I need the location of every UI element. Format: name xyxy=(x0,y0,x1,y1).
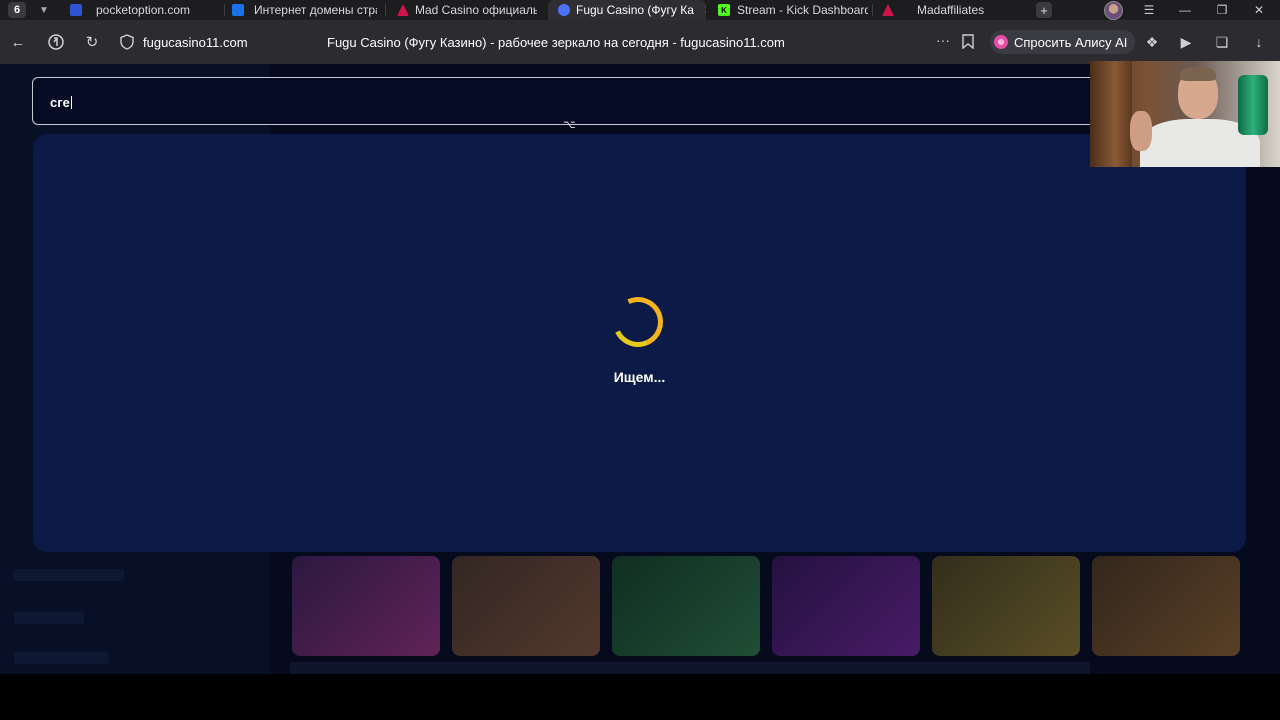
reload-icon[interactable]: ↻ xyxy=(82,32,102,52)
text-cursor-ibeam-icon: ⌥ xyxy=(563,119,576,131)
tab-madaffiliates[interactable]: Madaffiliates xyxy=(882,0,1022,20)
more-options-icon[interactable]: ··· xyxy=(936,32,950,48)
tab-separator xyxy=(385,4,386,16)
domains-favicon-icon xyxy=(232,4,244,16)
collections-icon[interactable]: ❏ xyxy=(1214,34,1230,50)
close-window-icon[interactable]: ✕ xyxy=(1250,1,1268,19)
background-game-thumbnail xyxy=(612,556,760,656)
bookmark-icon[interactable] xyxy=(962,34,976,50)
extensions-puzzle-icon[interactable]: ❖ xyxy=(1144,34,1160,50)
webcam-person-hand xyxy=(1130,111,1152,151)
background-game-thumbnail xyxy=(932,556,1080,656)
browser-tab-strip: 6 ▼ pocketoption.com Интернет домены стр… xyxy=(0,0,1280,20)
alice-icon xyxy=(994,35,1008,49)
tab-title: Stream - Kick Dashboard xyxy=(737,3,868,17)
profile-avatar[interactable] xyxy=(1104,1,1123,20)
address-domain[interactable]: fugucasino11.com xyxy=(143,35,248,50)
mad-casino-favicon-icon xyxy=(397,4,409,16)
tab-close-icon[interactable]: ✕ xyxy=(704,3,706,17)
madaffiliates-favicon-icon xyxy=(882,4,894,16)
tab-title: Fugu Casino (Фугу Ка xyxy=(576,3,694,17)
fugu-favicon-icon xyxy=(558,4,570,16)
media-play-icon[interactable]: ▶ xyxy=(1178,34,1194,50)
tab-list-chevron-icon[interactable]: ▼ xyxy=(36,2,52,18)
new-tab-button[interactable]: + xyxy=(1036,2,1052,18)
tab-count-badge[interactable]: 6 xyxy=(8,2,26,18)
search-results-panel: Ищем... xyxy=(33,134,1246,552)
tab-title: Madaffiliates xyxy=(917,3,985,17)
tab-kick-dashboard[interactable]: K Stream - Kick Dashboard xyxy=(718,0,868,20)
yandex-logo-icon[interactable] xyxy=(46,32,66,52)
back-arrow-icon[interactable]: ← xyxy=(8,32,28,52)
tab-fugu-casino[interactable]: Fugu Casino (Фугу Ка ✕ xyxy=(548,0,706,20)
pocketoption-favicon-icon xyxy=(70,4,82,16)
search-input-value[interactable]: сге xyxy=(50,95,72,110)
ask-alice-button[interactable]: Спросить Алису AI xyxy=(990,30,1136,54)
webcam-drink-can xyxy=(1238,75,1268,135)
text-caret xyxy=(70,96,72,109)
tab-mad-casino[interactable]: Mad Casino официальны xyxy=(397,0,537,20)
webcam-person-hair xyxy=(1180,67,1216,81)
kick-favicon-icon: K xyxy=(718,4,730,16)
restore-window-icon[interactable]: ❐ xyxy=(1213,1,1231,19)
browser-navigation-bar: ← ↻ fugucasino11.com Fugu Casino (Фугу К… xyxy=(0,20,1280,64)
loading-spinner-icon xyxy=(605,289,671,355)
page-viewport: сге ⌥ Ищем... xyxy=(0,64,1280,674)
webcam-background-door xyxy=(1090,61,1132,167)
tab-title: Mad Casino официальны xyxy=(415,3,537,17)
background-strip xyxy=(290,662,1090,674)
tab-separator xyxy=(224,4,225,16)
background-game-thumbnail xyxy=(772,556,920,656)
tab-domains[interactable]: Интернет домены стран xyxy=(232,0,377,20)
ask-alice-label: Спросить Алису AI xyxy=(1014,34,1128,50)
tab-pocketoption[interactable]: pocketoption.com xyxy=(70,0,220,20)
background-sidebar-item xyxy=(14,569,124,581)
site-info-shield-icon[interactable] xyxy=(120,34,136,50)
tab-title: pocketoption.com xyxy=(96,3,191,17)
background-sidebar-item xyxy=(14,652,109,664)
webcam-overlay xyxy=(1090,61,1280,167)
downloads-icon[interactable]: ↓ xyxy=(1251,34,1267,50)
browser-menu-icon[interactable]: ☰ xyxy=(1140,1,1158,19)
loading-text: Ищем... xyxy=(613,369,666,385)
background-game-thumbnail xyxy=(292,556,440,656)
minimize-icon[interactable]: — xyxy=(1176,1,1194,19)
background-game-thumbnail xyxy=(452,556,600,656)
background-sidebar-item xyxy=(14,612,84,624)
tab-title: Интернет домены стран xyxy=(254,3,377,17)
tab-separator xyxy=(872,4,873,16)
background-game-thumbnail xyxy=(1092,556,1240,656)
address-page-title[interactable]: Fugu Casino (Фугу Казино) - рабочее зерк… xyxy=(327,35,785,50)
